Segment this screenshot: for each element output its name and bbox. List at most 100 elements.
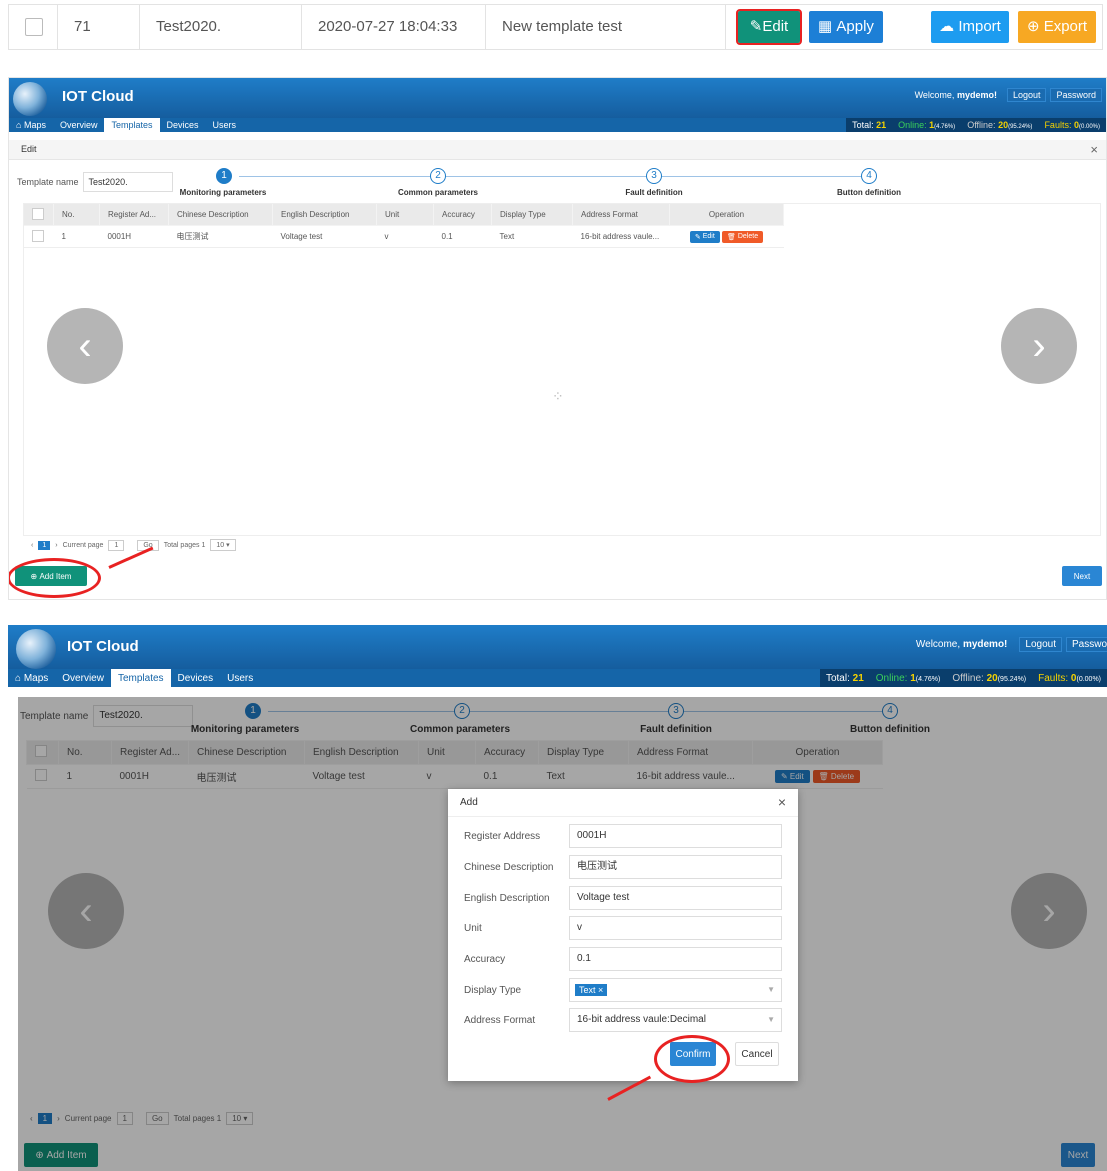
address-format-value: 16-bit address vaule:Decimal xyxy=(577,1014,706,1025)
offline-label: Offline: xyxy=(967,120,996,130)
row-checkbox[interactable] xyxy=(25,18,43,36)
tab-users[interactable]: Users xyxy=(206,118,244,132)
row-id: 71 xyxy=(57,5,143,49)
cell-address-format: 16-bit address vaule... xyxy=(572,225,670,248)
current-page-label: Current page xyxy=(62,541,104,549)
welcome-user: mydemo! xyxy=(962,639,1008,650)
offline-value: 20 xyxy=(998,120,1009,130)
tab-maps[interactable]: ⌂ Maps xyxy=(8,669,55,687)
field-label-display-type: Display Type xyxy=(464,984,522,996)
globe-logo-icon xyxy=(13,82,47,116)
page-size-value: 10 xyxy=(216,542,225,549)
col-unit: Unit xyxy=(376,203,434,226)
chinese-description-input[interactable]: 电压测试 xyxy=(569,855,782,879)
display-type-tag[interactable]: Text × xyxy=(575,984,608,996)
edit-bar-title: Edit xyxy=(21,144,37,154)
app-title: IOT Cloud xyxy=(67,638,139,655)
welcome-label: Welcome, xyxy=(914,90,955,100)
welcome-label: Welcome, xyxy=(915,639,961,650)
accuracy-input[interactable]: 0.1 xyxy=(569,947,782,971)
field-label-register: Register Address xyxy=(464,830,541,842)
col-operation: Operation xyxy=(669,203,784,226)
offline-pct: (95.24%) xyxy=(997,675,1027,683)
tab-devices[interactable]: Devices xyxy=(171,669,221,687)
col-accuracy: Accuracy xyxy=(433,203,492,226)
chevron-down-icon: ▼ xyxy=(767,985,775,994)
tab-maps-label: Maps xyxy=(23,672,49,684)
total-label: Total: xyxy=(825,672,850,684)
apply-button-label: Apply xyxy=(836,18,874,35)
cell-display-type: Text xyxy=(491,225,573,248)
cancel-button[interactable]: Cancel xyxy=(735,1042,779,1066)
chevron-down-icon: ▼ xyxy=(767,1015,775,1024)
page-size-select[interactable]: 10 ▾ xyxy=(210,539,236,551)
row-edit-button[interactable]: ✎ Edit xyxy=(689,230,720,243)
cell-chinese: 电压测试 xyxy=(168,225,273,248)
prev-page-icon[interactable]: ‹ xyxy=(31,542,33,549)
field-label-accuracy: Accuracy xyxy=(464,953,506,965)
logout-button[interactable]: Logout xyxy=(1006,88,1047,102)
address-format-select[interactable]: 16-bit address vaule:Decimal ▼ xyxy=(569,1008,782,1032)
close-icon[interactable]: × xyxy=(1090,142,1098,157)
dialog-close-icon[interactable]: × xyxy=(778,794,786,810)
display-type-tag-label: Text xyxy=(579,985,596,995)
password-button[interactable]: Password xyxy=(1050,88,1102,102)
edit-panel-screenshot-1: IOT Cloud Welcome, mydemo! Logout Passwo… xyxy=(8,77,1107,600)
password-button[interactable]: Passwo xyxy=(1065,637,1107,652)
field-label-address-format: Address Format xyxy=(464,1014,536,1026)
step-indicator: 1 2 3 4 Monitoring parameters Common par… xyxy=(9,168,1106,198)
offline-value: 20 xyxy=(986,672,998,684)
prev-arrow-icon[interactable]: ‹ xyxy=(47,308,123,384)
globe-logo-icon xyxy=(16,629,56,669)
register-address-input[interactable]: 0001H xyxy=(569,824,782,848)
highlight-circle xyxy=(9,558,101,598)
edit-button[interactable]: ✎ Edit xyxy=(736,9,802,45)
dialog-title: Add xyxy=(460,797,478,808)
tab-templates[interactable]: Templates xyxy=(110,669,171,687)
welcome-user: mydemo! xyxy=(956,90,997,100)
tab-users[interactable]: Users xyxy=(220,669,260,687)
device-stats: Total: 21 Online: 1(4.76%) Offline: 20(9… xyxy=(846,118,1106,132)
tab-maps[interactable]: ⌂ Maps xyxy=(9,118,53,132)
col-english: English Description xyxy=(272,203,377,226)
unit-input[interactable]: v xyxy=(569,916,782,940)
template-list-row: 71 Test2020. 2020-07-27 18:04:33 New tem… xyxy=(8,4,1103,50)
edit-panel-screenshot-2: IOT Cloud Welcome, mydemo! Logout Passwo… xyxy=(8,625,1107,1171)
row-delete-button[interactable]: 🗑 Delete xyxy=(722,230,764,243)
col-address-format: Address Format xyxy=(572,203,670,226)
export-button[interactable]: ⊕ Export xyxy=(1018,11,1096,43)
tab-devices[interactable]: Devices xyxy=(160,118,206,132)
cell-unit: v xyxy=(376,225,434,248)
tab-overview[interactable]: Overview xyxy=(55,669,111,687)
step-3-label: Fault definition xyxy=(625,188,683,197)
next-arrow-icon[interactable]: › xyxy=(1001,308,1077,384)
row-select-checkbox[interactable] xyxy=(31,229,44,242)
edit-bar: Edit × xyxy=(9,140,1106,160)
online-pct: (4.76%) xyxy=(915,675,941,683)
english-description-input[interactable]: Voltage test xyxy=(569,886,782,910)
next-button[interactable]: Next xyxy=(1062,566,1102,586)
row-description: New template test xyxy=(485,5,725,49)
add-dialog: Add × Register Address 0001H Chinese Des… xyxy=(448,789,798,1081)
import-button[interactable]: ☁ Import xyxy=(931,11,1009,43)
apply-button[interactable]: ▦ Apply xyxy=(809,11,883,43)
tab-templates[interactable]: Templates xyxy=(104,118,160,132)
faults-label: Faults: xyxy=(1038,672,1069,684)
download-circle-icon: ⊕ xyxy=(1026,18,1040,35)
field-label-english: English Description xyxy=(464,892,550,904)
device-stats: Total: 21 Online: 1(4.76%) Offline: 20(9… xyxy=(819,669,1107,687)
select-all-checkbox[interactable] xyxy=(32,207,44,220)
display-type-select[interactable]: Text × ▼ xyxy=(569,978,782,1002)
next-page-icon[interactable]: › xyxy=(55,542,57,549)
cell-english: Voltage test xyxy=(272,225,377,248)
col-display-type: Display Type xyxy=(491,203,573,226)
page-input[interactable]: 1 xyxy=(108,539,125,551)
online-label: Online: xyxy=(875,672,908,684)
logout-button[interactable]: Logout xyxy=(1019,637,1062,652)
cell-accuracy: 0.1 xyxy=(433,225,492,248)
page-1-button[interactable]: 1 xyxy=(38,540,51,550)
loading-spinner-icon: ⁘ xyxy=(552,388,564,404)
tab-overview[interactable]: Overview xyxy=(53,118,105,132)
app-header: IOT Cloud Welcome, mydemo! Logout Passwo xyxy=(8,625,1107,669)
import-button-label: Import xyxy=(958,18,1001,35)
